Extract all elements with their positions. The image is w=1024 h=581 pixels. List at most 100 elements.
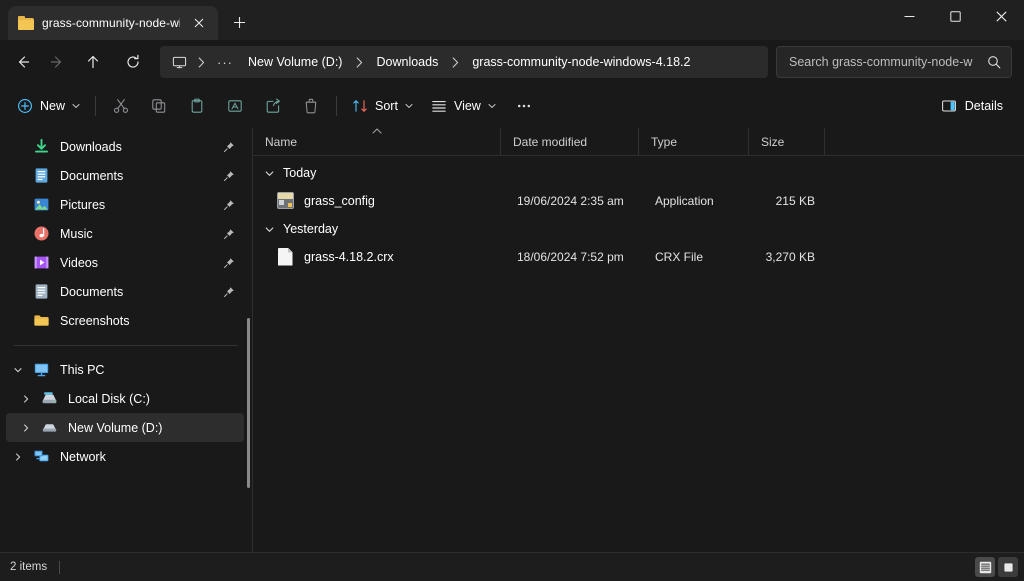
pin-icon[interactable]: [220, 286, 238, 298]
breadcrumb[interactable]: ··· New Volume (D:) Downloads grass-comm…: [160, 46, 768, 78]
expander-expand-icon[interactable]: [14, 394, 38, 403]
sidebar-item-local-disk-c[interactable]: Local Disk (C:): [6, 384, 244, 413]
group-header-yesterday[interactable]: Yesterday: [257, 216, 1018, 242]
file-list: Today grass_config 19/06/2024 2:35 am Ap…: [253, 156, 1024, 552]
sidebar-item-label: Documents: [60, 168, 124, 183]
sidebar-item-label: This PC: [60, 362, 105, 377]
chevron-right-icon[interactable]: [446, 56, 464, 68]
pin-icon[interactable]: [220, 141, 238, 153]
search-input[interactable]: [789, 55, 981, 69]
table-row[interactable]: grass-4.18.2.crx 18/06/2024 7:52 pm CRX …: [257, 243, 1018, 270]
network-icon: [30, 448, 52, 465]
sidebar-item-new-volume-d[interactable]: New Volume (D:): [6, 413, 244, 442]
column-header-size[interactable]: Size: [749, 127, 825, 156]
file-size: 3,270 KB: [765, 249, 815, 264]
group-title: Today: [283, 166, 317, 180]
pin-icon[interactable]: [220, 199, 238, 211]
details-view-button[interactable]: [975, 557, 995, 577]
sidebar-item-label: Screenshots: [60, 313, 130, 328]
column-header-label: Date modified: [513, 134, 588, 149]
chevron-down-icon[interactable]: [265, 225, 283, 234]
up-button[interactable]: [76, 46, 110, 78]
new-button-label: New: [40, 99, 66, 113]
pin-icon[interactable]: [220, 170, 238, 182]
column-header-filler: [825, 128, 1024, 156]
column-header-label: Size: [761, 134, 785, 149]
item-count: 2 items: [10, 561, 48, 573]
sidebar-item-label: Videos: [60, 255, 98, 270]
new-tab-icon[interactable]: [224, 7, 254, 37]
chevron-right-icon[interactable]: [192, 56, 210, 68]
delete-button[interactable]: [292, 90, 330, 122]
view-button[interactable]: View: [422, 90, 505, 122]
sidebar-item-label: Network: [60, 449, 106, 464]
sort-button-label: Sort: [375, 99, 398, 113]
sidebar-item-downloads[interactable]: Downloads: [6, 132, 244, 161]
search-box[interactable]: [776, 46, 1012, 78]
this-pc-icon[interactable]: [166, 49, 192, 75]
cut-button[interactable]: [102, 90, 140, 122]
pin-icon[interactable]: [220, 257, 238, 269]
breadcrumb-overflow-icon[interactable]: ···: [210, 50, 240, 74]
sidebar-item-screenshots[interactable]: Screenshots: [6, 306, 244, 335]
sidebar-item-pictures[interactable]: Pictures: [6, 190, 244, 219]
pin-icon[interactable]: [220, 228, 238, 240]
column-header-date-modified[interactable]: Date modified: [501, 127, 639, 156]
file-name: grass-4.18.2.crx: [304, 249, 394, 264]
sidebar-item-videos[interactable]: Videos: [6, 248, 244, 277]
file-type: Application: [655, 193, 714, 208]
details-pane-button[interactable]: Details: [932, 90, 1012, 122]
share-button[interactable]: [254, 90, 292, 122]
file-size: 215 KB: [775, 193, 815, 208]
close-tab-icon[interactable]: [188, 12, 210, 34]
chevron-down-icon: [488, 104, 496, 108]
new-button[interactable]: New: [8, 90, 89, 122]
documents-icon: [30, 167, 52, 184]
expander-expand-icon[interactable]: [14, 423, 38, 432]
close-button[interactable]: [978, 0, 1024, 32]
status-separator: [59, 560, 61, 574]
paste-button[interactable]: [178, 90, 216, 122]
expander-collapse-icon[interactable]: [6, 366, 30, 374]
copy-button[interactable]: [140, 90, 178, 122]
refresh-button[interactable]: [116, 46, 150, 78]
view-button-label: View: [453, 99, 481, 113]
address-bar: ··· New Volume (D:) Downloads grass-comm…: [0, 40, 1024, 84]
navigation-pane: Downloads Documents Pictures Music Video…: [0, 128, 252, 552]
folder-icon: [18, 16, 34, 30]
see-more-button[interactable]: [505, 90, 543, 122]
sort-button[interactable]: Sort: [343, 90, 422, 122]
sidebar-item-network[interactable]: Network: [6, 442, 244, 471]
command-separator: [336, 96, 338, 116]
sidebar-item-label: Downloads: [60, 139, 122, 154]
table-row[interactable]: grass_config 19/06/2024 2:35 am Applicat…: [257, 187, 1018, 214]
sidebar-item-documents[interactable]: Documents: [6, 161, 244, 190]
maximize-button[interactable]: [932, 0, 978, 32]
breadcrumb-item-current-folder[interactable]: grass-community-node-windows-4.18.2: [464, 49, 698, 75]
minimize-button[interactable]: [886, 0, 932, 32]
search-icon[interactable]: [981, 49, 1007, 75]
forward-button[interactable]: [40, 46, 74, 78]
chevron-down-icon: [72, 104, 80, 108]
sidebar-item-music[interactable]: Music: [6, 219, 244, 248]
expander-expand-icon[interactable]: [6, 452, 30, 461]
sidebar-item-documents-onedrive[interactable]: Documents: [6, 277, 244, 306]
group-title: Yesterday: [283, 222, 339, 236]
rename-button[interactable]: [216, 90, 254, 122]
sidebar-item-label: Local Disk (C:): [68, 391, 150, 406]
tab-grass-community-node[interactable]: grass-community-node-windo: [8, 6, 218, 40]
chevron-down-icon[interactable]: [265, 169, 283, 178]
column-header-type[interactable]: Type: [639, 127, 749, 156]
group-header-today[interactable]: Today: [257, 160, 1018, 186]
navigation-pane-scrollbar[interactable]: [247, 318, 250, 488]
breadcrumb-item-downloads[interactable]: Downloads: [368, 49, 446, 75]
large-icons-view-button[interactable]: [998, 557, 1018, 577]
sidebar-item-this-pc[interactable]: This PC: [6, 355, 244, 384]
back-button[interactable]: [6, 46, 40, 78]
column-header-name[interactable]: Name: [253, 127, 501, 156]
chevron-right-icon[interactable]: [350, 56, 368, 68]
file-list-area: Name Date modified Type Size Today grass…: [253, 127, 1024, 552]
sort-ascending-icon: [371, 127, 383, 135]
this-pc-icon: [30, 361, 52, 378]
breadcrumb-item-new-volume[interactable]: New Volume (D:): [240, 49, 350, 75]
